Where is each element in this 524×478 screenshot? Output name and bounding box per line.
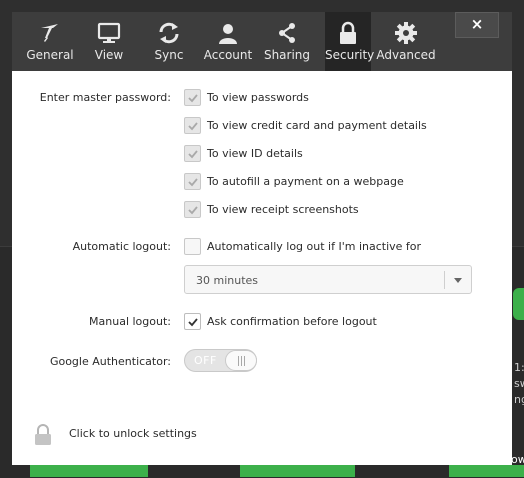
background-green-button [30, 465, 148, 477]
background-green-button [240, 465, 355, 477]
toggle-knob[interactable] [225, 350, 257, 371]
user-icon [219, 24, 237, 44]
checkbox[interactable] [184, 173, 201, 190]
sync-icon [159, 22, 179, 44]
tab-general[interactable]: General [20, 12, 80, 71]
checkbox[interactable] [184, 201, 201, 218]
google-authenticator-label: Google Authenticator: [49, 355, 171, 368]
tab-sharing[interactable]: Sharing [257, 12, 317, 71]
tab-security[interactable]: Security [325, 12, 375, 71]
monitor-icon [97, 22, 121, 43]
option-label: To view ID details [207, 147, 303, 160]
select-value: 30 minutes [196, 274, 259, 287]
checkmark-icon [188, 178, 198, 187]
option-label: Ask confirmation before logout [207, 315, 377, 328]
chevron-down-icon [454, 278, 462, 283]
share-icon [279, 23, 295, 43]
tab-label: Advanced [376, 48, 436, 62]
manual-logout-label: Manual logout: [89, 315, 171, 328]
option-label: Automatically log out if I'm inactive fo… [207, 240, 422, 253]
tab-account[interactable]: Account [198, 12, 258, 71]
background-text: ng [514, 393, 524, 406]
background-green-element [513, 288, 524, 320]
checkbox[interactable] [184, 89, 201, 106]
logout-duration-select[interactable]: 30 minutes [184, 265, 472, 294]
tab-sync[interactable]: Sync [139, 12, 199, 71]
gear-icon [395, 22, 417, 44]
background-green-button [449, 465, 524, 477]
tab-label: General [26, 48, 74, 62]
background-text: 1: [514, 361, 524, 374]
tab-view[interactable]: View [79, 12, 139, 71]
unlock-settings-link[interactable]: Click to unlock settings [69, 427, 197, 440]
auto-logout-checkbox[interactable] [184, 238, 201, 255]
tab-label: Sharing [263, 48, 311, 62]
background-text: ow [511, 453, 524, 466]
manual-logout-checkbox[interactable] [184, 313, 201, 330]
checkmark-icon [188, 122, 198, 131]
general-icon [41, 24, 58, 42]
checkbox[interactable] [184, 145, 201, 162]
background-text: sw [514, 377, 524, 390]
option-label: To view receipt screenshots [207, 203, 359, 216]
checkmark-icon [188, 150, 198, 159]
checkmark-icon [188, 206, 198, 215]
padlock-icon[interactable] [34, 424, 52, 446]
auto-logout-label: Automatic logout: [72, 240, 171, 253]
toggle-state-label: OFF [194, 354, 217, 367]
settings-toolbar: General View Sync Account Sharing Securi… [12, 12, 512, 71]
close-button[interactable]: × [455, 12, 499, 38]
tab-label: Account [203, 48, 253, 62]
checkmark-icon [188, 318, 198, 327]
google-authenticator-toggle[interactable]: OFF [184, 349, 257, 372]
security-settings-panel: Enter master password: To view passwords… [12, 71, 512, 465]
option-label: To view passwords [207, 91, 309, 104]
select-divider [444, 271, 445, 289]
option-label: To autofill a payment on a webpage [207, 175, 404, 188]
tab-label: View [94, 48, 124, 62]
checkmark-icon [188, 94, 198, 103]
tab-label: Sync [154, 48, 184, 62]
tab-label: Security [325, 48, 375, 62]
option-label: To view credit card and payment details [207, 119, 427, 132]
tab-advanced[interactable]: Advanced [376, 12, 436, 71]
checkbox[interactable] [184, 117, 201, 134]
master-password-label: Enter master password: [39, 91, 171, 104]
lock-icon [340, 21, 356, 44]
